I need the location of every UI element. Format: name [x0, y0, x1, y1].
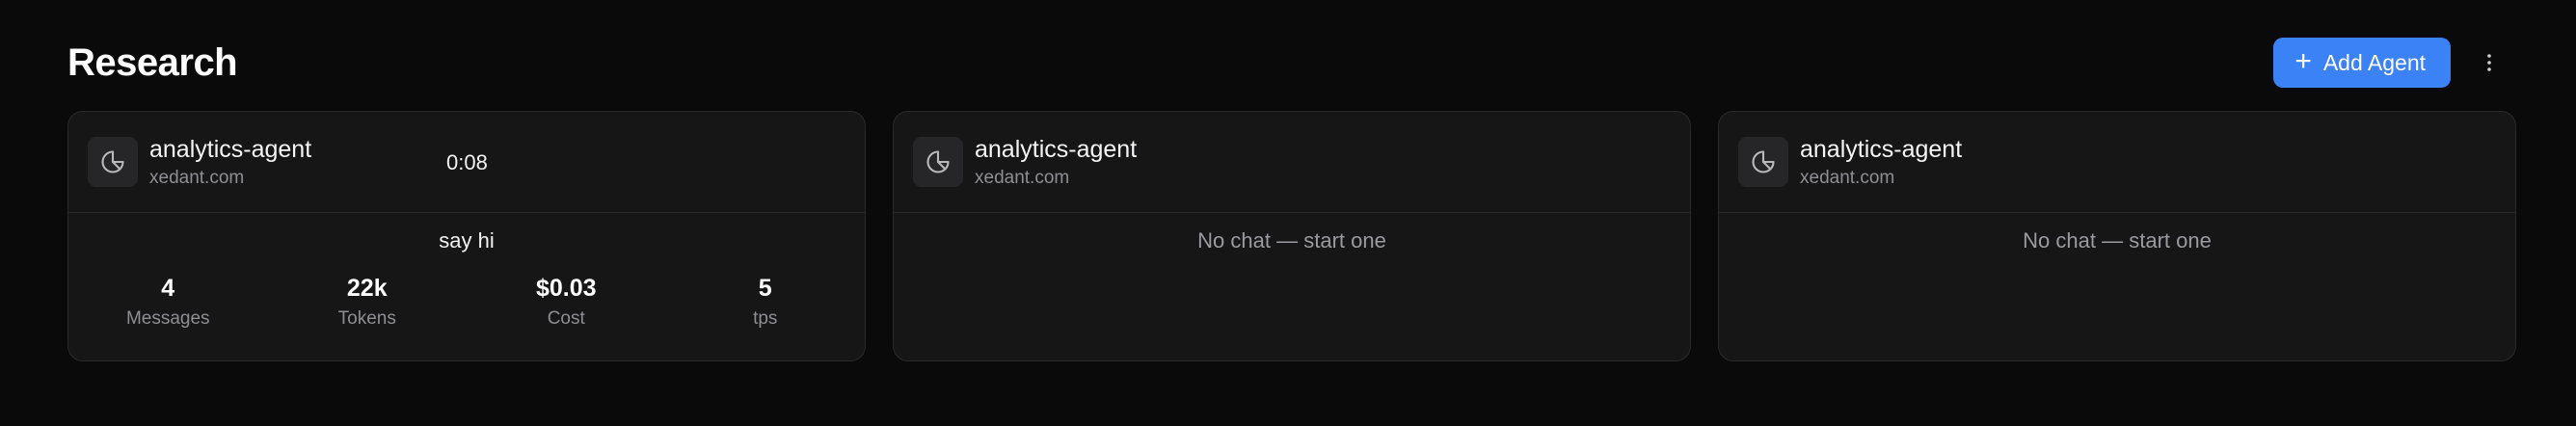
add-agent-label: Add Agent: [2322, 49, 2426, 75]
pie-chart-icon: [926, 150, 950, 173]
no-chat-link[interactable]: No chat — start one: [894, 228, 1690, 253]
chat-stats: 4 Messages 22k Tokens $0.03 Cost 5 tps: [68, 275, 865, 330]
header-actions: + Add Agent: [2273, 38, 2509, 88]
add-agent-button[interactable]: + Add Agent: [2273, 38, 2451, 88]
agent-card[interactable]: analytics-agent xedant.com No chat — sta…: [1718, 111, 2516, 361]
agent-card-header: analytics-agent xedant.com 0:08: [68, 112, 865, 213]
page-title: Research: [67, 40, 238, 84]
agent-card-header: analytics-agent xedant.com: [1719, 112, 2515, 213]
agent-name: analytics-agent: [975, 135, 1138, 163]
agent-domain: xedant.com: [1800, 167, 1895, 188]
agent-meta: analytics-agent xedant.com: [149, 136, 311, 189]
agent-card-body: No chat — start one: [1719, 213, 2515, 360]
kebab-menu-icon: [2487, 54, 2491, 71]
stat-label: tps: [753, 308, 778, 329]
agent-avatar: [1738, 137, 1788, 187]
agent-meta: analytics-agent xedant.com: [975, 136, 1137, 189]
stat-label: Tokens: [337, 308, 396, 329]
research-page: Research + Add Agent analytics-agent xed…: [0, 0, 2576, 426]
stat-label: Cost: [547, 308, 585, 329]
agent-card[interactable]: analytics-agent xedant.com 0:08 say hi 4…: [67, 111, 866, 361]
agent-card[interactable]: analytics-agent xedant.com No chat — sta…: [893, 111, 1691, 361]
page-header: Research + Add Agent: [67, 29, 2509, 96]
more-options-button[interactable]: [2470, 43, 2509, 82]
agent-card-header: analytics-agent xedant.com: [894, 112, 1690, 213]
agent-avatar: [88, 137, 138, 187]
agent-name: analytics-agent: [1800, 135, 1963, 163]
stat-value: 22k: [346, 275, 388, 302]
plus-icon: +: [2294, 45, 2312, 77]
stat-cost: $0.03 Cost: [467, 275, 666, 330]
agent-domain: xedant.com: [975, 167, 1070, 188]
agent-domain: xedant.com: [149, 167, 245, 188]
stat-value: $0.03: [535, 275, 597, 302]
chat-title[interactable]: say hi: [68, 228, 865, 253]
no-chat-link[interactable]: No chat — start one: [1719, 228, 2515, 253]
agent-avatar: [913, 137, 963, 187]
pie-chart-icon: [1752, 150, 1775, 173]
stat-value: 4: [161, 275, 175, 302]
agent-card-list: analytics-agent xedant.com 0:08 say hi 4…: [67, 111, 2516, 361]
agent-card-body: No chat — start one: [894, 213, 1690, 360]
stat-tokens: 22k Tokens: [268, 275, 468, 330]
stat-tps: 5 tps: [666, 275, 866, 330]
stat-value: 5: [758, 275, 772, 302]
pie-chart-icon: [101, 150, 124, 173]
agent-card-body: say hi 4 Messages 22k Tokens $0.03 Cost: [68, 213, 865, 360]
agent-meta: analytics-agent xedant.com: [1800, 136, 1962, 189]
session-timer: 0:08: [446, 150, 488, 174]
stat-messages: 4 Messages: [68, 275, 268, 330]
agent-name: analytics-agent: [149, 135, 312, 163]
stat-label: Messages: [125, 308, 210, 329]
